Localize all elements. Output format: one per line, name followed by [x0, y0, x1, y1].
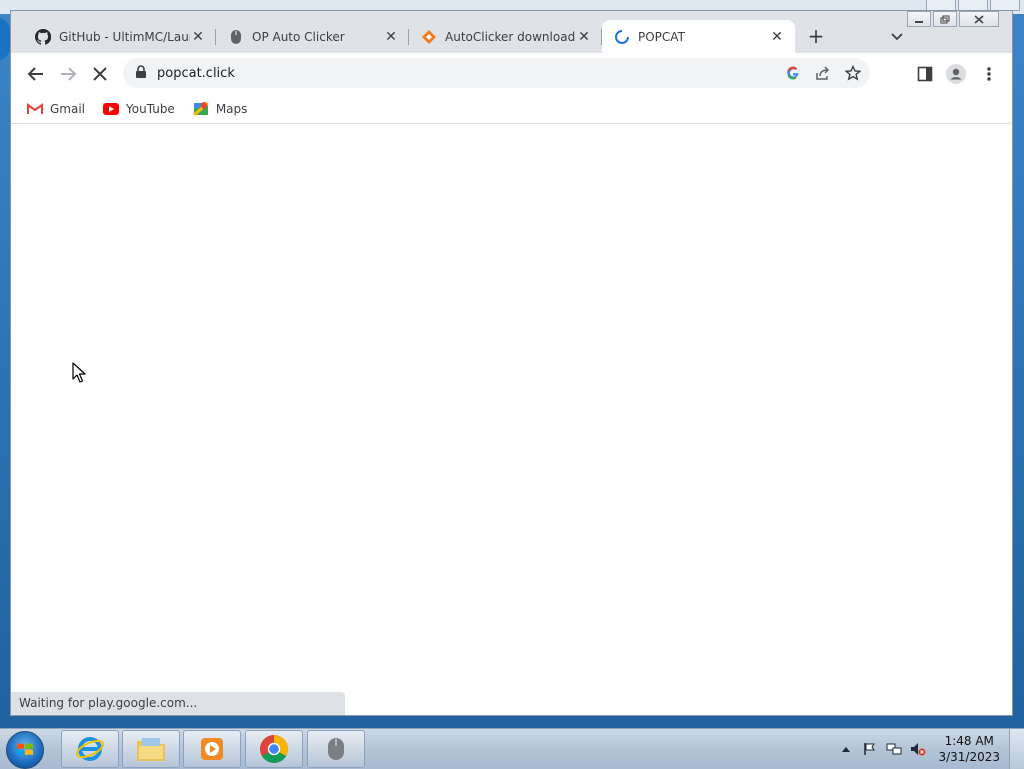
restore-icon: [940, 15, 950, 23]
bookmark-label: Maps: [215, 102, 248, 116]
sourceforge-icon: [421, 29, 437, 45]
minimize-button[interactable]: [907, 11, 931, 27]
new-tab-button[interactable]: +: [804, 25, 828, 49]
side-panel-button[interactable]: [913, 62, 937, 86]
tab-autoclicker-download[interactable]: AutoClicker download | SourceForge ✕: [409, 20, 602, 53]
bookmark-maps[interactable]: Maps: [192, 101, 248, 117]
menu-button[interactable]: [977, 62, 1001, 86]
github-icon: [35, 28, 51, 45]
bookmarks-bar: Gmail YouTube Maps: [11, 95, 1012, 124]
tab-github[interactable]: GitHub - UltimMC/Launcher ✕: [23, 20, 216, 53]
windows-logo-icon: [17, 743, 33, 755]
network-icon[interactable]: [886, 741, 902, 757]
taskbar-internet-explorer[interactable]: [61, 730, 119, 768]
google-lens-icon[interactable]: [780, 60, 806, 86]
chevron-up-icon: [842, 747, 851, 752]
arrow-left-icon: [27, 67, 43, 81]
tab-close-button[interactable]: ✕: [576, 29, 592, 45]
minimize-icon: [915, 21, 923, 23]
clock-time: 1:48 AM: [944, 734, 994, 748]
page-content[interactable]: Waiting for play.google.com...: [11, 124, 1012, 715]
back-button[interactable]: [24, 62, 48, 86]
tab-search-button[interactable]: [887, 26, 907, 46]
stop-loading-button[interactable]: [88, 62, 112, 86]
share-icon[interactable]: [810, 60, 836, 86]
chevron-down-icon: [891, 33, 903, 41]
mouse-cursor-icon: [72, 362, 86, 383]
tab-title: GitHub - UltimMC/Launcher: [59, 29, 190, 44]
system-tray: 1:48 AM 3/31/2023: [838, 729, 1024, 769]
restore-button[interactable]: [933, 11, 957, 27]
tab-title: OP Auto Clicker: [252, 29, 345, 44]
internet-explorer-icon: [76, 737, 104, 761]
status-bubble: Waiting for play.google.com...: [11, 692, 345, 715]
window-controls: [905, 11, 999, 27]
show-hidden-icons-button[interactable]: [838, 741, 854, 757]
mouse-icon: [228, 29, 244, 45]
show-desktop-button[interactable]: [1009, 729, 1024, 769]
arrow-right-icon: [61, 67, 77, 81]
toolbar: popcat.click: [11, 53, 1012, 95]
tab-close-button[interactable]: ✕: [769, 29, 785, 45]
kebab-menu-icon: [987, 67, 991, 81]
taskbar-chrome[interactable]: [245, 730, 303, 768]
clock-date: 3/31/2023: [938, 750, 1000, 764]
youtube-icon: [103, 102, 120, 116]
taskbar: 1:48 AM 3/31/2023: [0, 728, 1024, 769]
title-bar: GitHub - UltimMC/Launcher ✕ OP Auto Clic…: [11, 11, 1012, 53]
clock[interactable]: 1:48 AM 3/31/2023: [938, 733, 1000, 765]
tab-close-button[interactable]: ✕: [383, 29, 399, 45]
close-icon: [974, 14, 984, 24]
chrome-window: GitHub - UltimMC/Launcher ✕ OP Auto Clic…: [10, 10, 1013, 716]
chrome-icon: [260, 735, 288, 763]
bookmark-label: Gmail: [50, 102, 86, 116]
bookmark-star-icon[interactable]: [840, 60, 866, 86]
loading-spinner-icon: [614, 29, 630, 45]
address-bar[interactable]: popcat.click: [123, 58, 870, 88]
lock-icon: [135, 64, 149, 82]
taskbar-auto-clicker[interactable]: [307, 730, 365, 768]
bookmark-gmail[interactable]: Gmail: [27, 102, 85, 116]
close-window-button[interactable]: [959, 11, 999, 27]
taskbar-file-explorer[interactable]: [122, 730, 180, 768]
tab-title: AutoClicker download | SourceForge: [445, 29, 576, 44]
taskbar-media-player[interactable]: [183, 730, 241, 768]
tab-op-auto-clicker[interactable]: OP Auto Clicker ✕: [216, 20, 409, 53]
start-button[interactable]: [6, 731, 44, 769]
file-explorer-icon: [137, 738, 165, 761]
action-center-flag-icon[interactable]: [862, 741, 878, 757]
volume-muted-icon[interactable]: [910, 741, 926, 757]
close-icon: [93, 67, 107, 81]
bookmark-label: YouTube: [126, 102, 175, 116]
tab-strip: GitHub - UltimMC/Launcher ✕ OP Auto Clic…: [23, 20, 795, 53]
tab-title: POPCAT: [638, 29, 685, 44]
side-panel-icon: [917, 66, 933, 82]
maps-icon: [192, 101, 209, 117]
url-text[interactable]: popcat.click: [157, 66, 780, 81]
tab-close-button[interactable]: ✕: [190, 29, 206, 45]
media-player-icon: [201, 738, 223, 760]
bookmark-youtube[interactable]: YouTube: [103, 102, 175, 116]
tab-popcat[interactable]: POPCAT ✕: [602, 20, 795, 53]
profile-button[interactable]: [944, 62, 968, 86]
forward-button[interactable]: [56, 62, 80, 86]
profile-avatar-icon: [946, 64, 966, 84]
auto-clicker-icon: [328, 738, 344, 760]
gmail-icon: [27, 102, 43, 116]
